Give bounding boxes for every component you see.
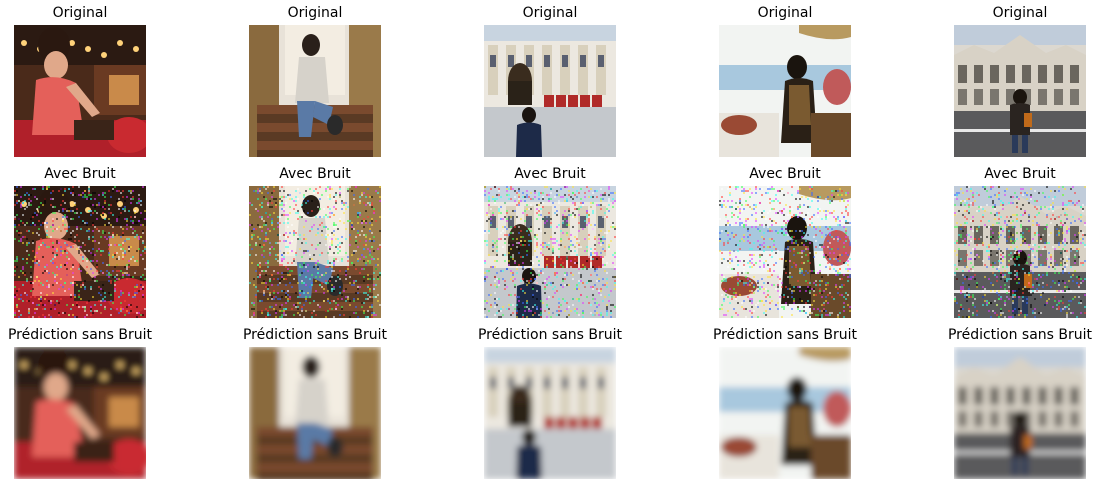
clean-photo: [954, 25, 1086, 157]
panel-title: Avec Bruit: [279, 166, 351, 182]
panel-title: Prédiction sans Bruit: [712, 327, 858, 343]
panel-title: Original: [992, 5, 1048, 21]
panel-title: Avec Bruit: [749, 166, 821, 182]
grid-cell: Prédiction sans Bruit: [235, 327, 395, 482]
grid-cell: Avec Bruit: [940, 166, 1100, 321]
image-grid: Original Original Original Original Original…: [0, 0, 1100, 488]
clean-photo: [14, 25, 146, 157]
panel-title: Prédiction sans Bruit: [242, 327, 388, 343]
grid-cell: Avec Bruit: [235, 166, 395, 321]
noisy-photo: [14, 186, 146, 318]
grid-cell: Prédiction sans Bruit: [940, 327, 1100, 482]
panel-title: Original: [757, 5, 813, 21]
grid-cell: Original: [235, 5, 395, 160]
panel-title: Prédiction sans Bruit: [7, 327, 153, 343]
panel-title: Avec Bruit: [44, 166, 116, 182]
blurred-photo: [954, 347, 1086, 479]
panel-title: Original: [287, 5, 343, 21]
noisy-photo: [249, 186, 381, 318]
grid-cell: Original: [470, 5, 630, 160]
noisy-photo: [719, 186, 851, 318]
blurred-photo: [14, 347, 146, 479]
panel-title: Avec Bruit: [514, 166, 586, 182]
grid-cell: Avec Bruit: [705, 166, 865, 321]
clean-photo: [484, 25, 616, 157]
panel-title: Prédiction sans Bruit: [947, 327, 1093, 343]
grid-cell: Avec Bruit: [470, 166, 630, 321]
noisy-photo: [954, 186, 1086, 318]
blurred-photo: [719, 347, 851, 479]
grid-cell: Original: [705, 5, 865, 160]
noisy-photo: [484, 186, 616, 318]
blurred-photo: [249, 347, 381, 479]
clean-photo: [719, 25, 851, 157]
grid-cell: Original: [940, 5, 1100, 160]
panel-title: Avec Bruit: [984, 166, 1056, 182]
clean-photo: [249, 25, 381, 157]
grid-cell: Prédiction sans Bruit: [470, 327, 630, 482]
grid-cell: Prédiction sans Bruit: [0, 327, 160, 482]
panel-title: Original: [522, 5, 578, 21]
grid-cell: Original: [0, 5, 160, 160]
panel-title: Prédiction sans Bruit: [477, 327, 623, 343]
grid-cell: Avec Bruit: [0, 166, 160, 321]
panel-title: Original: [52, 5, 108, 21]
blurred-photo: [484, 347, 616, 479]
grid-cell: Prédiction sans Bruit: [705, 327, 865, 482]
